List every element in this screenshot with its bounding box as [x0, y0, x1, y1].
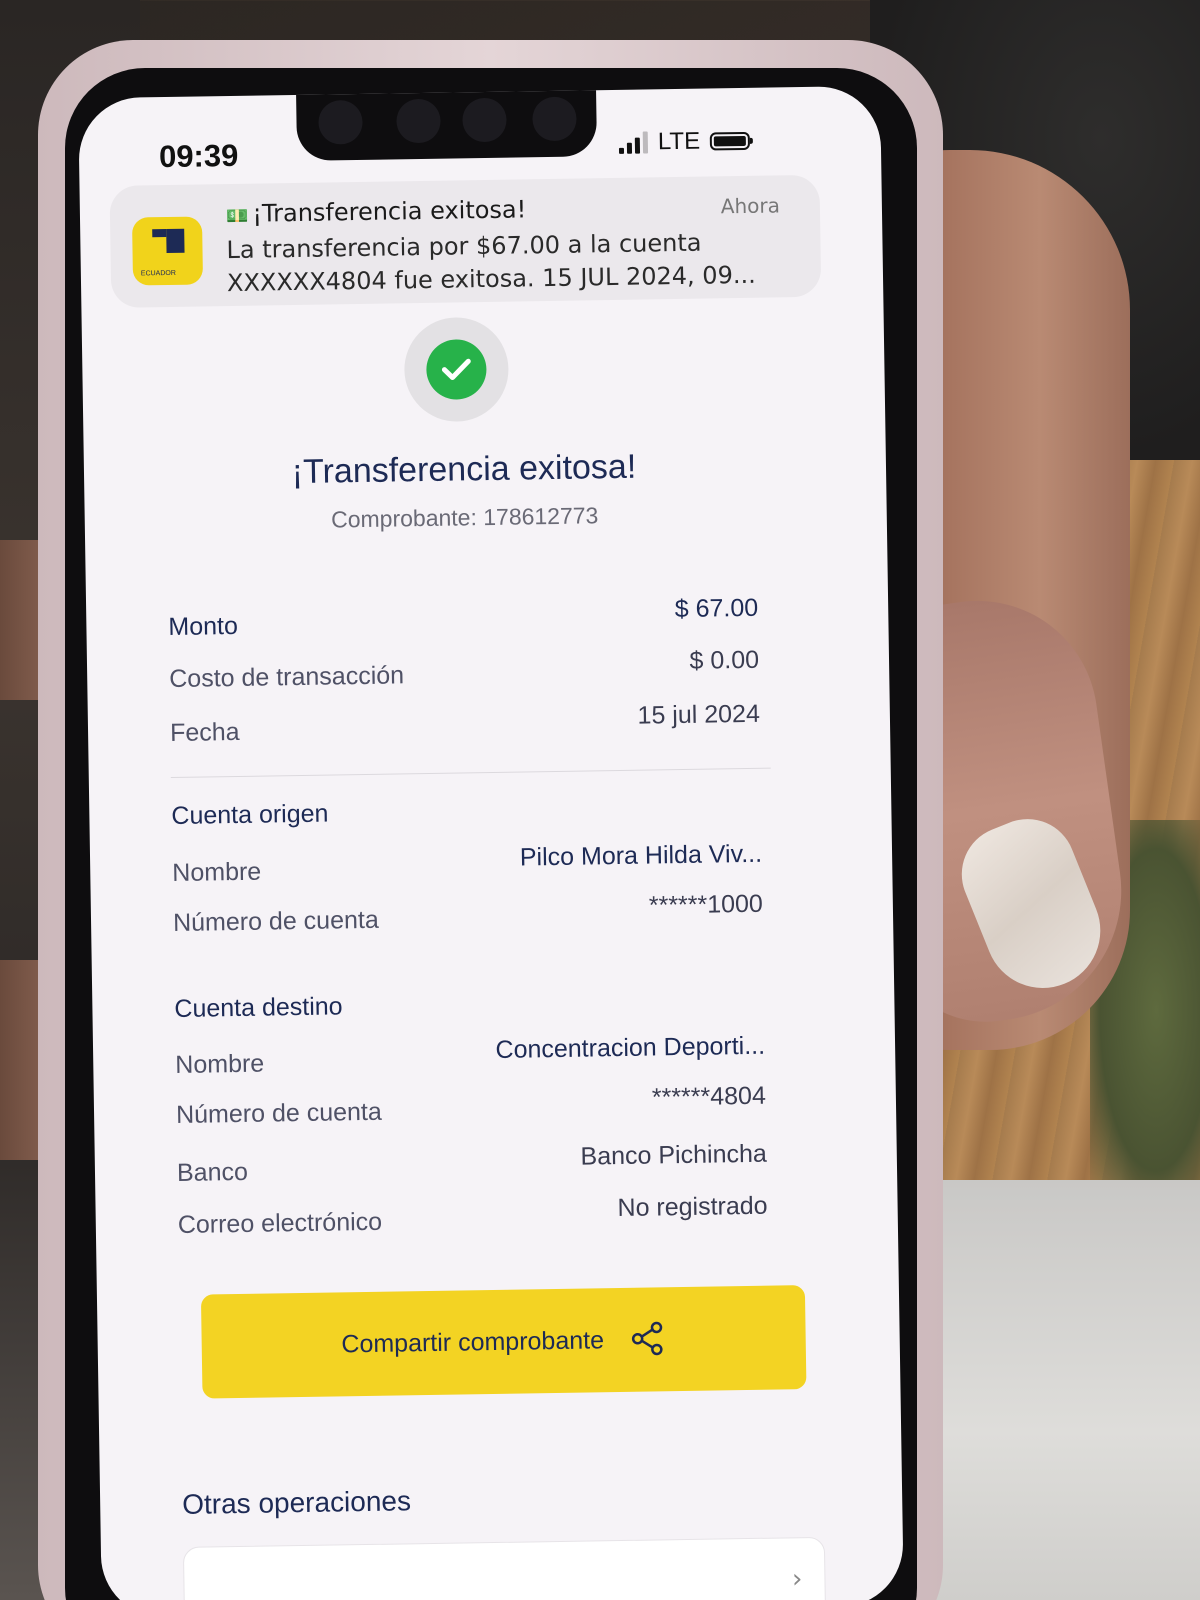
destination-account-value: ******4804 [651, 1081, 767, 1112]
chevron-right-icon: › [791, 1564, 803, 1595]
check-icon [425, 339, 487, 400]
destination-account-row: Número de cuenta ******4804 [175, 1081, 767, 1135]
sensor-icon [396, 98, 441, 144]
cost-value: $ 0.00 [689, 645, 760, 675]
destination-bank-label: Banco [176, 1157, 249, 1187]
date-value: 15 jul 2024 [637, 699, 761, 730]
share-button-label: Compartir comprobante [341, 1325, 605, 1358]
amount-row: Monto $ 67.00 [168, 593, 759, 647]
app-badge: ECUADOR [140, 269, 176, 278]
notification-time: Ahora [720, 193, 781, 219]
notification-title: 💵 ¡Transferencia exitosa! [225, 195, 527, 228]
destination-name-label: Nombre [175, 1049, 265, 1079]
camera-icon [318, 99, 363, 145]
cost-row: Costo de transacción $ 0.00 [169, 645, 760, 699]
status-indicators: LTE [618, 126, 751, 158]
success-badge [403, 316, 510, 423]
cost-label: Costo de transacción [169, 660, 405, 693]
amount-value: $ 67.00 [674, 593, 759, 623]
destination-name-row: Nombre Concentracion Deporti... [175, 1031, 766, 1085]
origin-account-value: ******1000 [648, 889, 764, 920]
share-voucher-button[interactable]: Compartir comprobante [200, 1285, 807, 1399]
destination-account-label: Número de cuenta [175, 1097, 382, 1129]
origin-name-value: Pilco Mora Hilda Viv... [519, 839, 763, 872]
page-title: ¡Transferencia exitosa! [291, 447, 637, 492]
date-row: Fecha 15 jul 2024 [169, 699, 761, 753]
battery-icon [709, 131, 751, 151]
camera-notch [296, 86, 598, 161]
divider [170, 767, 771, 779]
destination-bank-value: Banco Pichincha [580, 1139, 767, 1171]
date-label: Fecha [169, 717, 240, 747]
camera-icon [532, 96, 577, 142]
other-operations-card[interactable]: › [182, 1536, 827, 1600]
other-operations-heading: Otras operaciones [181, 1485, 412, 1520]
origin-account-row: Número de cuenta ******1000 [172, 889, 764, 943]
origin-heading: Cuenta origen [171, 799, 329, 831]
origin-account-label: Número de cuenta [172, 905, 379, 937]
origin-name-row: Nombre Pilco Mora Hilda Viv... [172, 839, 763, 893]
destination-name-value: Concentracion Deporti... [495, 1031, 766, 1064]
destination-email-value: No registrado [617, 1191, 768, 1222]
destination-heading: Cuenta destino [174, 992, 343, 1023]
destination-bank-row: Banco Banco Pichincha [176, 1139, 768, 1193]
signal-icon [618, 131, 649, 154]
sensor-icon [462, 97, 507, 143]
notification-body: La transferencia por $67.00 a la cuenta … [226, 228, 756, 298]
share-icon [630, 1320, 667, 1360]
destination-email-label: Correo electrónico [177, 1207, 383, 1239]
amount-label: Monto [168, 611, 239, 641]
network-type: LTE [657, 127, 701, 156]
origin-name-label: Nombre [172, 857, 262, 887]
voucher-number: Comprobante: 178612773 [330, 502, 599, 533]
money-icon: 💵 [225, 205, 249, 228]
bank-app-icon: ECUADOR [131, 216, 204, 286]
destination-email-row: Correo electrónico No registrado [177, 1191, 769, 1245]
push-notification[interactable]: ECUADOR 💵 ¡Transferencia exitosa! Ahora L… [109, 174, 822, 308]
phone-screen: 09:39 LTE ECUADOR 💵 ¡Transferencia exitos… [78, 85, 904, 1600]
status-time: 09:39 [158, 137, 239, 175]
